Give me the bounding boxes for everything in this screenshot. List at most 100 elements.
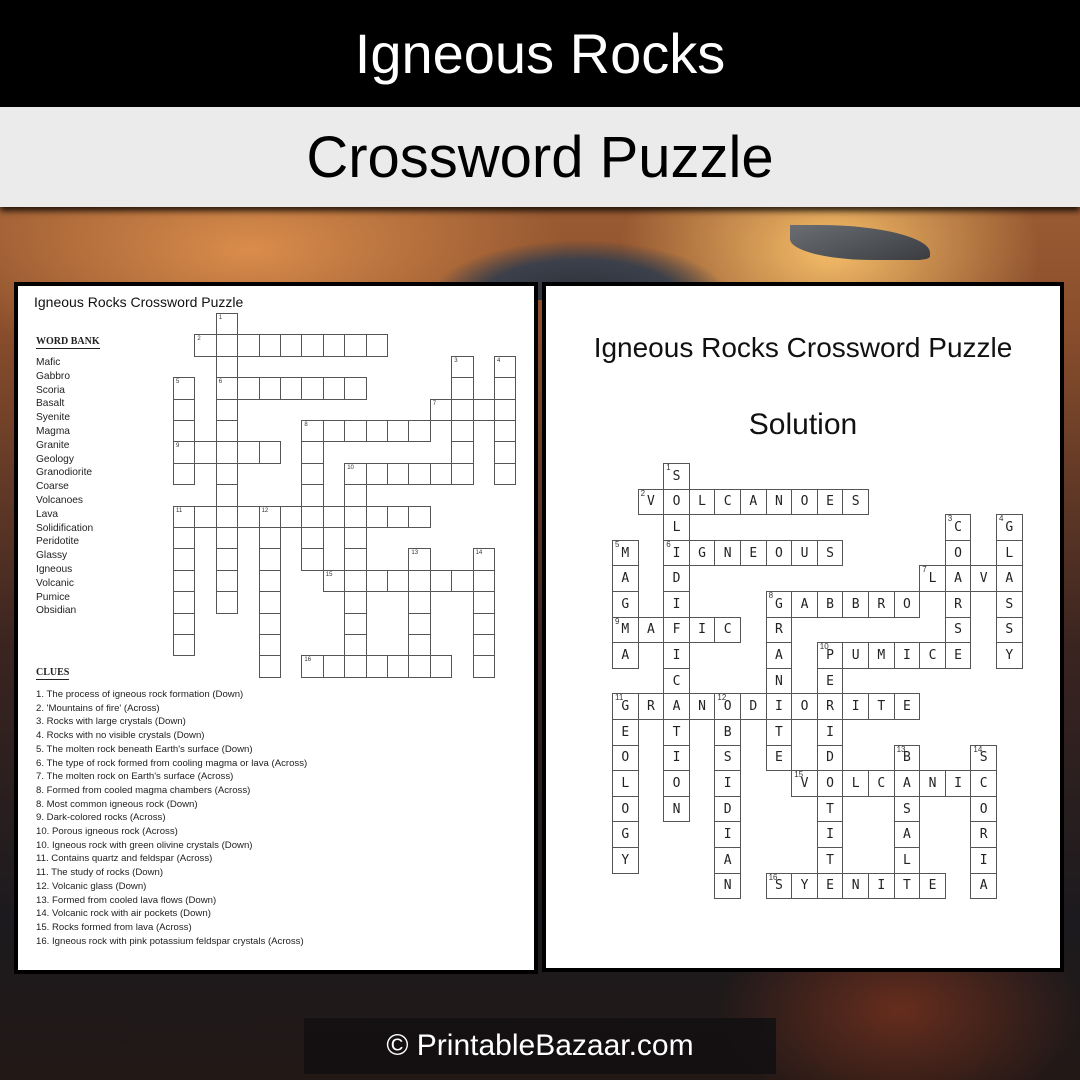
crossword-cell[interactable]: 4 <box>494 355 517 379</box>
crossword-cell[interactable] <box>173 569 196 593</box>
crossword-cell[interactable] <box>472 591 495 614</box>
crossword-cell[interactable] <box>472 398 495 421</box>
crossword-cell[interactable] <box>258 527 281 550</box>
crossword-cell[interactable] <box>344 612 367 635</box>
crossword-cell[interactable]: 13 <box>408 548 431 571</box>
crossword-cell[interactable] <box>215 441 239 464</box>
crossword-cell[interactable] <box>237 334 260 357</box>
crossword-cell[interactable] <box>258 591 281 614</box>
crossword-cell[interactable] <box>365 420 388 443</box>
crossword-cell[interactable] <box>258 655 281 678</box>
crossword-cell[interactable] <box>451 420 474 443</box>
crossword-cell[interactable] <box>472 612 495 635</box>
crossword-cell[interactable]: 16 <box>301 655 324 678</box>
crossword-cell[interactable] <box>387 569 410 593</box>
crossword-cell[interactable]: 14 <box>472 548 495 571</box>
crossword-cell[interactable] <box>408 420 431 443</box>
crossword-cell[interactable] <box>451 377 474 400</box>
crossword-cell[interactable] <box>344 548 367 571</box>
crossword-cell[interactable] <box>215 591 239 614</box>
crossword-cell[interactable] <box>344 377 367 400</box>
crossword-cell[interactable] <box>408 505 431 528</box>
crossword-cell[interactable] <box>322 420 346 443</box>
crossword-cell[interactable] <box>173 398 196 421</box>
crossword-cell[interactable] <box>344 634 367 657</box>
crossword-cell[interactable] <box>408 634 431 657</box>
crossword-cell[interactable] <box>408 591 431 614</box>
crossword-cell[interactable] <box>301 505 324 528</box>
crossword-cell[interactable] <box>173 634 196 657</box>
crossword-cell[interactable] <box>408 612 431 635</box>
crossword-cell[interactable] <box>429 462 453 486</box>
crossword-cell[interactable] <box>344 527 367 550</box>
crossword-cell[interactable] <box>301 441 324 464</box>
crossword-cell[interactable] <box>301 484 324 507</box>
crossword-cell[interactable] <box>344 420 367 443</box>
crossword-cell[interactable] <box>258 441 281 464</box>
crossword-cell[interactable] <box>215 334 239 357</box>
crossword-cell[interactable] <box>344 334 367 357</box>
crossword-cell[interactable] <box>494 377 517 400</box>
crossword-cell[interactable] <box>344 591 367 614</box>
crossword-cell[interactable] <box>258 334 281 357</box>
crossword-cell[interactable] <box>494 441 517 464</box>
crossword-cell[interactable] <box>365 505 388 528</box>
crossword-cell[interactable] <box>215 569 239 593</box>
crossword-cell[interactable] <box>173 548 196 571</box>
crossword-cell[interactable] <box>408 655 431 678</box>
crossword-cell[interactable] <box>215 355 239 379</box>
crossword-cell[interactable] <box>215 548 239 571</box>
crossword-cell[interactable] <box>237 377 260 400</box>
crossword-cell[interactable] <box>451 441 474 464</box>
crossword-cell[interactable] <box>173 527 196 550</box>
crossword-cell[interactable] <box>387 420 410 443</box>
crossword-cell[interactable] <box>322 505 346 528</box>
crossword-cell[interactable] <box>301 334 324 357</box>
crossword-cell[interactable] <box>451 569 474 593</box>
crossword-cell[interactable] <box>387 655 410 678</box>
crossword-cell[interactable]: 8 <box>301 420 324 443</box>
crossword-cell[interactable] <box>344 484 367 507</box>
crossword-cell[interactable] <box>344 505 367 528</box>
crossword-cell[interactable]: 15 <box>322 569 346 593</box>
crossword-cell[interactable] <box>365 569 388 593</box>
crossword-cell[interactable] <box>429 655 453 678</box>
crossword-cell[interactable] <box>194 441 217 464</box>
crossword-cell[interactable] <box>322 655 346 678</box>
crossword-cell[interactable] <box>194 505 217 528</box>
crossword-cell[interactable] <box>301 377 324 400</box>
crossword-cell[interactable]: 2 <box>194 334 217 357</box>
crossword-cell[interactable] <box>237 441 260 464</box>
crossword-cell[interactable] <box>173 612 196 635</box>
crossword-cell[interactable]: 12 <box>258 505 281 528</box>
crossword-cell[interactable] <box>215 462 239 486</box>
crossword-cell[interactable] <box>429 569 453 593</box>
crossword-cell[interactable] <box>322 334 346 357</box>
crossword-cell[interactable] <box>344 655 367 678</box>
crossword-cell[interactable] <box>215 398 239 421</box>
crossword-cell[interactable] <box>173 420 196 443</box>
crossword-cell[interactable] <box>258 377 281 400</box>
crossword-cell[interactable] <box>344 569 367 593</box>
crossword-cell[interactable] <box>472 569 495 593</box>
crossword-cell[interactable] <box>258 548 281 571</box>
crossword-cell[interactable]: 5 <box>173 377 196 400</box>
crossword-cell[interactable] <box>215 527 239 550</box>
crossword-cell[interactable] <box>365 655 388 678</box>
crossword-cell[interactable] <box>301 548 324 571</box>
crossword-cell[interactable] <box>215 505 239 528</box>
crossword-cell[interactable] <box>280 334 303 357</box>
crossword-cell[interactable] <box>215 420 239 443</box>
crossword-cell[interactable] <box>472 634 495 657</box>
crossword-cell[interactable] <box>322 377 346 400</box>
crossword-cell[interactable] <box>173 462 196 486</box>
crossword-cell[interactable] <box>280 377 303 400</box>
crossword-cell[interactable] <box>173 591 196 614</box>
crossword-cell[interactable] <box>494 420 517 443</box>
crossword-cell[interactable]: 11 <box>173 505 196 528</box>
crossword-cell[interactable]: 6 <box>215 377 239 400</box>
crossword-cell[interactable] <box>451 398 474 421</box>
crossword-cell[interactable] <box>237 505 260 528</box>
crossword-cell[interactable] <box>408 569 431 593</box>
crossword-cell[interactable] <box>365 462 388 486</box>
